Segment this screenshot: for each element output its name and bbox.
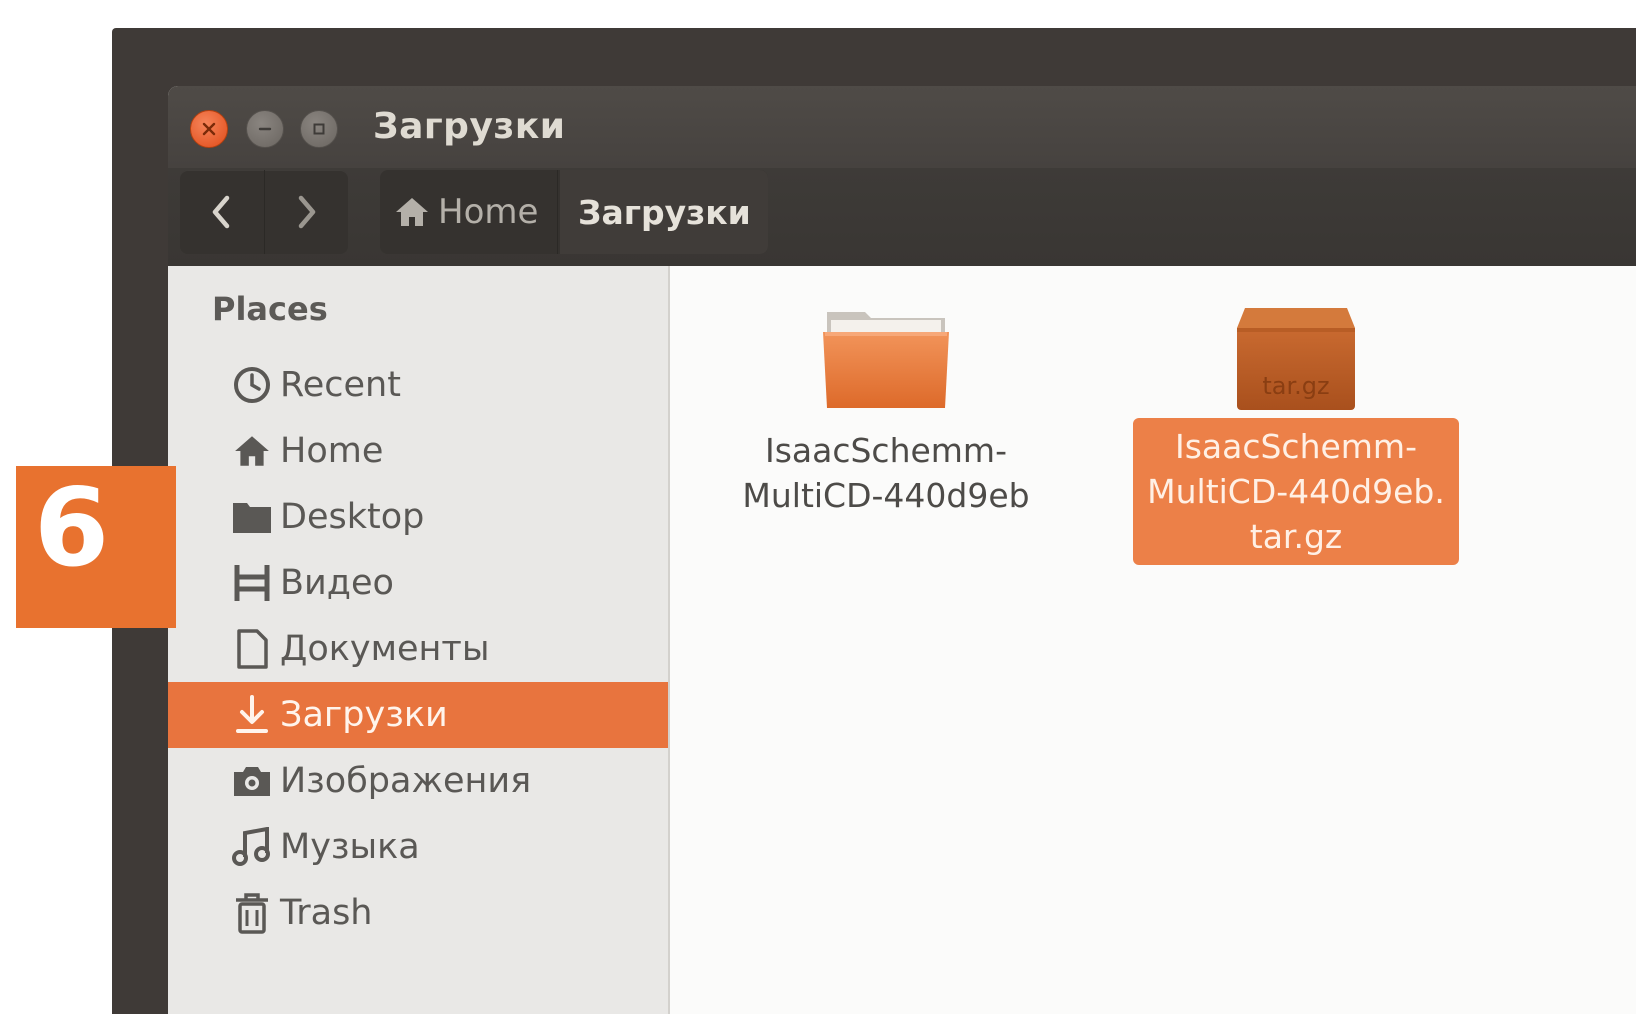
sidebar-item-video[interactable]: Видео	[168, 550, 668, 616]
minimize-button[interactable]	[246, 110, 284, 148]
sidebar-item-desktop[interactable]: Desktop	[168, 484, 668, 550]
document-icon	[230, 627, 274, 671]
close-icon	[202, 122, 216, 136]
breadcrumb-current[interactable]: Загрузки	[560, 170, 768, 254]
navigation-buttons	[180, 170, 348, 254]
home-icon	[396, 198, 428, 226]
step-badge: 6	[16, 466, 176, 628]
sidebar-item-label: Музыка	[280, 827, 420, 867]
sidebar-item-label: Изображения	[280, 761, 532, 801]
file-name: IsaacSchemm- MultiCD-440d9eb. tar.gz	[1133, 418, 1459, 565]
file-item-folder[interactable]: IsaacSchemm- MultiCD-440d9eb	[716, 306, 1056, 522]
minimize-icon	[258, 127, 272, 131]
archive-icon-label: tar.gz	[1262, 372, 1329, 400]
back-button[interactable]	[180, 170, 265, 254]
clock-icon	[230, 363, 274, 407]
sidebar-item-recent[interactable]: Recent	[168, 352, 668, 418]
file-manager-window: Загрузки Home Загрузки Places Recent Hom…	[168, 86, 1636, 1014]
close-button[interactable]	[190, 110, 228, 148]
archive-icon: tar.gz	[1237, 308, 1355, 410]
folder-icon	[230, 495, 274, 539]
title-bar[interactable]: Загрузки	[168, 86, 1636, 168]
sidebar-item-label: Desktop	[280, 497, 425, 537]
sidebar-item-downloads[interactable]: Загрузки	[168, 682, 668, 748]
home-icon	[230, 429, 274, 473]
sidebar-item-trash[interactable]: Trash	[168, 880, 668, 946]
sidebar-item-label: Home	[280, 431, 384, 471]
sidebar-item-label: Документы	[280, 629, 490, 669]
sidebar-item-pictures[interactable]: Изображения	[168, 748, 668, 814]
places-header: Places	[212, 290, 328, 328]
maximize-button[interactable]	[300, 110, 338, 148]
forward-button[interactable]	[264, 170, 348, 254]
folder-icon	[823, 312, 949, 408]
sidebar-item-label: Trash	[280, 893, 373, 933]
breadcrumb-home-label: Home	[438, 192, 539, 232]
sidebar-item-documents[interactable]: Документы	[168, 616, 668, 682]
film-icon	[230, 561, 274, 605]
file-item-archive[interactable]: tar.gz IsaacSchemm- MultiCD-440d9eb. tar…	[1126, 306, 1466, 565]
sidebar-item-music[interactable]: Музыка	[168, 814, 668, 880]
step-number: 6	[34, 466, 110, 591]
sidebar: Places Recent Home Desktop Видео Докумен…	[168, 266, 670, 1014]
download-icon	[230, 693, 274, 737]
breadcrumb-home[interactable]: Home	[380, 170, 558, 254]
trash-icon	[230, 891, 274, 935]
sidebar-item-label: Recent	[280, 365, 401, 405]
chevron-right-icon	[298, 195, 316, 229]
music-icon	[230, 825, 274, 869]
camera-icon	[230, 759, 274, 803]
breadcrumb-current-label: Загрузки	[578, 192, 751, 232]
maximize-icon	[313, 123, 325, 135]
window-title: Загрузки	[373, 106, 566, 147]
chevron-left-icon	[212, 195, 230, 229]
file-name: IsaacSchemm- MultiCD-440d9eb	[742, 431, 1030, 515]
sidebar-item-home[interactable]: Home	[168, 418, 668, 484]
sidebar-item-label: Видео	[280, 563, 394, 603]
sidebar-item-label: Загрузки	[280, 695, 448, 735]
file-view[interactable]: IsaacSchemm- MultiCD-440d9eb tar.gz Isaa…	[670, 266, 1636, 1014]
breadcrumb: Home Загрузки	[380, 170, 768, 254]
